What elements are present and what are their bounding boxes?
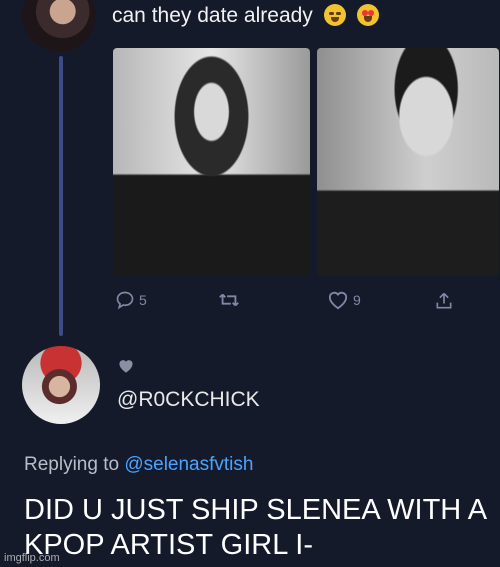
small-heart-icon (119, 360, 133, 373)
watermark: imgflip.com (4, 552, 60, 564)
tweet-image-left[interactable] (113, 48, 310, 276)
reply-body-line-2: KPOP ARTIST GIRL I- (24, 529, 314, 561)
replying-to-line: Replying to @selenasfvtish (24, 454, 253, 476)
reply-body-line-1: DID U JUST SHIP SLENEA WITH A (24, 494, 488, 526)
crying-face-icon (323, 4, 346, 26)
like-count: 9 (353, 292, 361, 308)
reply-body: DID U JUST SHIP SLENEA WITH A KPOP ARTIS… (24, 493, 494, 563)
share-button[interactable] (434, 290, 454, 312)
avatar[interactable] (22, 0, 96, 52)
heart-eyes-icon (356, 4, 379, 26)
reply-count: 5 (139, 292, 147, 308)
reply-avatar[interactable] (22, 346, 100, 424)
thread-line (59, 56, 63, 336)
heart-icon (328, 291, 348, 310)
reply-icon (116, 291, 134, 310)
reply-handle[interactable]: @R0CKCHICK (117, 388, 260, 412)
reply-button[interactable]: 5 (115, 290, 147, 310)
like-button[interactable]: 9 (327, 290, 361, 310)
share-icon (436, 292, 452, 309)
retweet-icon (219, 293, 239, 307)
tweet-text: can they date already (112, 4, 379, 28)
mention-link[interactable]: @selenasfvtish (124, 454, 253, 475)
tweet-text-content: can they date already (112, 4, 313, 27)
retweet-button[interactable] (218, 290, 240, 310)
tweet-image-right[interactable] (317, 48, 499, 276)
replying-prefix: Replying to (24, 454, 125, 475)
